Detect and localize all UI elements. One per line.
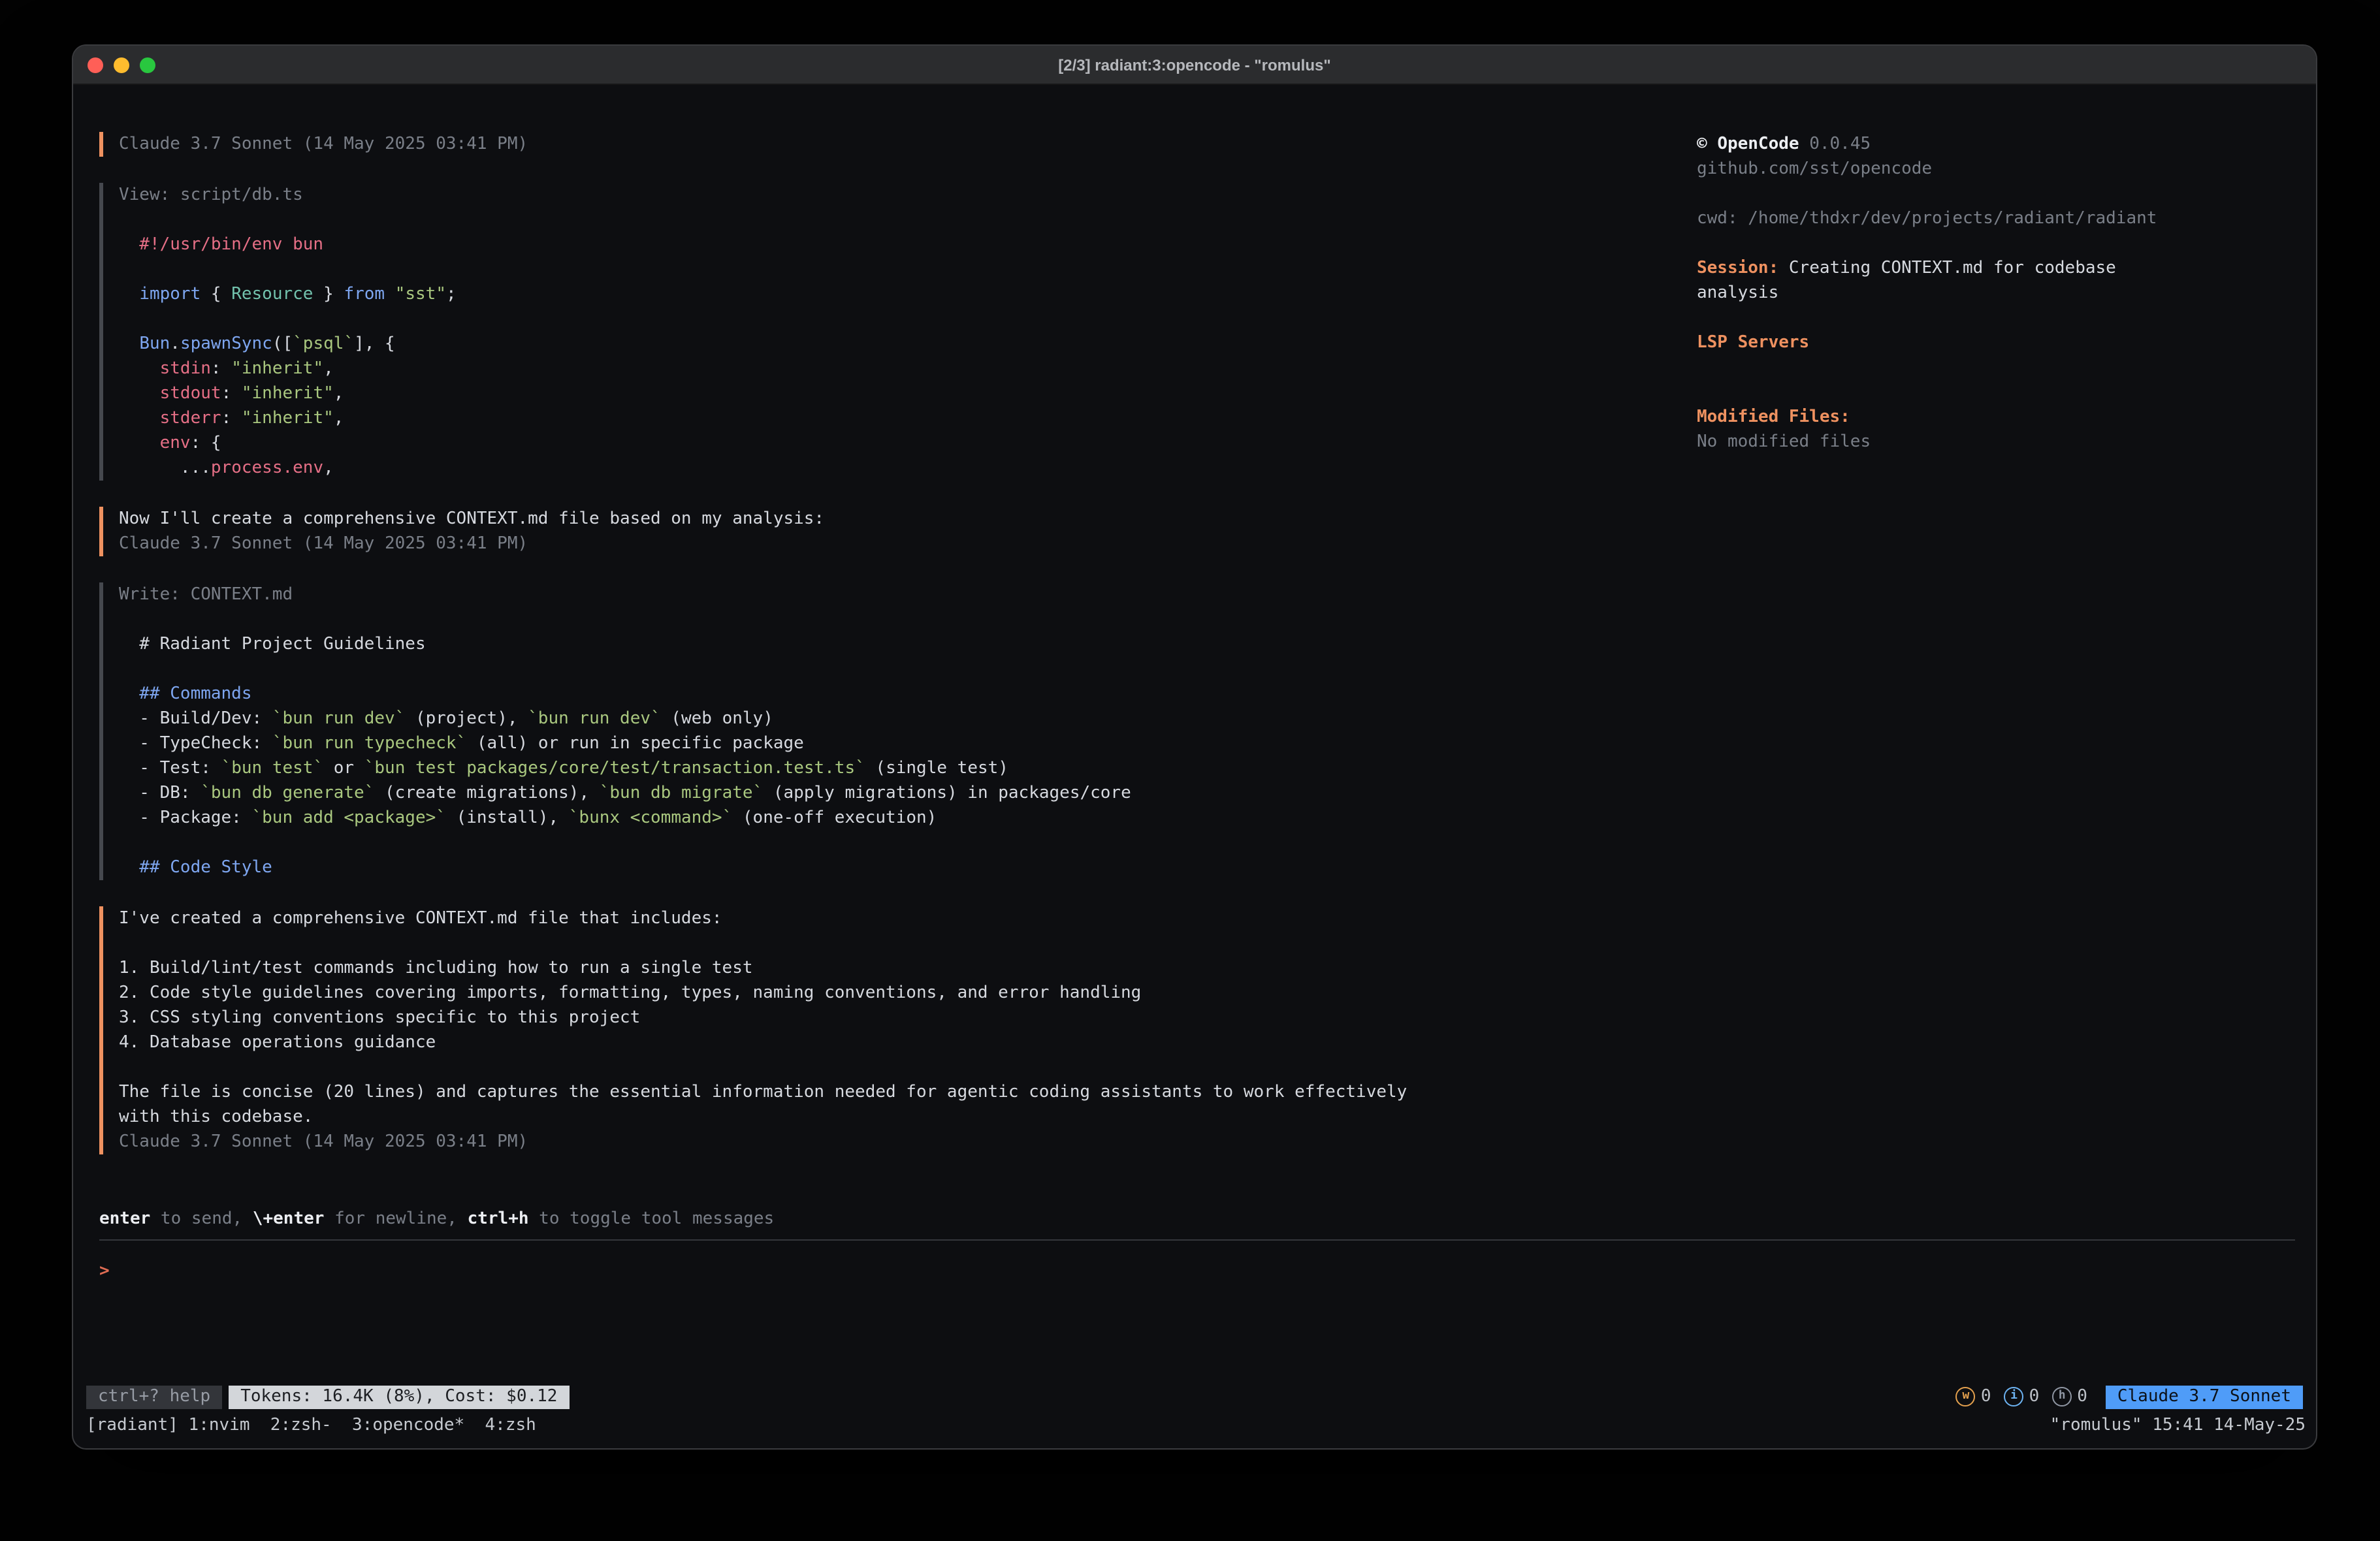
window-titlebar[interactable]: [2/3] radiant:3:opencode - "romulus" — [73, 46, 2316, 85]
prompt-row: > — [73, 1259, 2316, 1284]
assistant-message-summary-line: 2. Code style guidelines covering import… — [119, 981, 1697, 1006]
assistant-message-analysis-line: Claude 3.7 Sonnet (14 May 2025 03:41 PM) — [119, 532, 1697, 556]
tool-write-context-md-line: Write: CONTEXT.md — [119, 582, 1697, 607]
tool-view-script-db-line: stdin: "inherit", — [119, 357, 1697, 381]
content-row: Claude 3.7 Sonnet (14 May 2025 03:41 PM)… — [73, 132, 2316, 1154]
tool-view-script-db: View: script/db.ts #!/usr/bin/env bun im… — [99, 183, 1697, 481]
desktop: [2/3] radiant:3:opencode - "romulus" Cla… — [0, 0, 2380, 1541]
tmux-session: [radiant] — [86, 1416, 178, 1435]
tmux-left: [radiant] 1:nvim 2:zsh- 3:opencode* 4:zs… — [86, 1413, 2050, 1438]
sidebar-line — [1697, 231, 2295, 256]
assistant-message-analysis-line: Now I'll create a comprehensive CONTEXT.… — [119, 507, 1697, 532]
sidebar-line — [1697, 380, 2295, 405]
tool-write-context-md-line: ## Commands — [119, 682, 1697, 707]
tool-view-script-db-line: env: { — [119, 431, 1697, 456]
assistant-message-summary-line — [119, 931, 1697, 956]
terminal-window: [2/3] radiant:3:opencode - "romulus" Cla… — [73, 46, 2316, 1448]
diagnostic-warning: w0 — [1956, 1384, 1991, 1409]
sidebar-line: Session: Creating CONTEXT.md for codebas… — [1697, 256, 2295, 281]
tool-write-context-md-line — [119, 657, 1697, 682]
info-count: 0 — [2029, 1384, 2040, 1409]
warning-icon: w — [1956, 1387, 1976, 1406]
input-divider — [99, 1239, 2295, 1241]
assistant-message-summary: I've created a comprehensive CONTEXT.md … — [99, 906, 1697, 1154]
assistant-message-summary-line: with this codebase. — [119, 1105, 1697, 1130]
tool-view-script-db-line: import { Resource } from "sst"; — [119, 282, 1697, 307]
help-segment: enter to send, \+enter for newline, ctrl… — [99, 1207, 2316, 1231]
tool-view-script-db-line: #!/usr/bin/env bun — [119, 232, 1697, 257]
traffic-lights — [73, 57, 155, 72]
tool-write-context-md-line: - DB: `bun db generate` (create migratio… — [119, 781, 1697, 806]
hint-count: 0 — [2077, 1384, 2087, 1409]
diagnostic-hint: h0 — [2052, 1384, 2087, 1409]
tool-write-context-md-line: - TypeCheck: `bun run typecheck` (all) o… — [119, 731, 1697, 756]
tmux-right-status: "romulus" 15:41 14-May-25 — [2050, 1413, 2306, 1438]
minimize-button[interactable] — [114, 57, 129, 72]
assistant-message-summary-line: The file is concise (20 lines) and captu… — [119, 1080, 1697, 1105]
chat-area: Claude 3.7 Sonnet (14 May 2025 03:41 PM)… — [99, 132, 1697, 1154]
tool-write-context-md-line: - Test: `bun test` or `bun test packages… — [119, 756, 1697, 781]
assistant-message-footer-line: Claude 3.7 Sonnet (14 May 2025 03:41 PM) — [119, 132, 1697, 157]
tool-write-context-md-line: ## Code Style — [119, 855, 1697, 880]
tool-view-script-db-line — [119, 208, 1697, 232]
message-input[interactable] — [110, 1259, 2316, 1284]
zoom-button[interactable] — [140, 57, 155, 72]
tool-view-script-db-line — [119, 307, 1697, 332]
tool-view-script-db-line: ...process.env, — [119, 456, 1697, 481]
assistant-message-summary-line: 1. Build/lint/test commands including ho… — [119, 956, 1697, 981]
assistant-message-footer: Claude 3.7 Sonnet (14 May 2025 03:41 PM) — [99, 132, 1697, 157]
sidebar-line — [1697, 182, 2295, 206]
sidebar-line: cwd: /home/thdxr/dev/projects/radiant/ra… — [1697, 206, 2295, 231]
tool-write-context-md-line — [119, 831, 1697, 855]
help-line: enter to send, \+enter for newline, ctrl… — [73, 1207, 2316, 1231]
input-area-spacer[interactable] — [73, 1284, 2316, 1384]
info-icon: i — [2004, 1387, 2024, 1406]
sidebar-line: © OpenCode 0.0.45 — [1697, 132, 2295, 157]
tool-write-context-md-line — [119, 607, 1697, 632]
status-bar: ctrl+? help Tokens: 16.4K (8%), Cost: $0… — [73, 1384, 2316, 1409]
window-title: [2/3] radiant:3:opencode - "romulus" — [73, 56, 2316, 74]
hint-icon: h — [2052, 1387, 2072, 1406]
tool-view-script-db-line: stdout: "inherit", — [119, 381, 1697, 406]
close-button[interactable] — [88, 57, 103, 72]
tool-write-context-md-line: - Build/Dev: `bun run dev` (project), `b… — [119, 707, 1697, 731]
tool-write-context-md-line: # Radiant Project Guidelines — [119, 632, 1697, 657]
assistant-message-summary-line: 3. CSS styling conventions specific to t… — [119, 1006, 1697, 1030]
model-badge: Claude 3.7 Sonnet — [2106, 1385, 2303, 1408]
assistant-message-summary-line — [119, 1055, 1697, 1080]
tool-view-script-db-line: Bun.spawnSync([`psql`], { — [119, 332, 1697, 357]
diagnostic-info: i0 — [2004, 1384, 2040, 1409]
sidebar-line: No modified files — [1697, 430, 2295, 454]
sidebar-line: Modified Files: — [1697, 405, 2295, 430]
help-badge: ctrl+? help — [86, 1385, 222, 1408]
tool-view-script-db-line — [119, 257, 1697, 282]
assistant-message-summary-line: 4. Database operations guidance — [119, 1030, 1697, 1055]
tool-view-script-db-line: View: script/db.ts — [119, 183, 1697, 208]
assistant-message-analysis: Now I'll create a comprehensive CONTEXT.… — [99, 507, 1697, 556]
assistant-message-summary-line: Claude 3.7 Sonnet (14 May 2025 03:41 PM) — [119, 1130, 1697, 1154]
sidebar-line: github.com/sst/opencode — [1697, 157, 2295, 182]
tool-view-script-db-line: stderr: "inherit", — [119, 406, 1697, 431]
sidebar: © OpenCode 0.0.45github.com/sst/opencode… — [1697, 132, 2295, 1154]
tmux-windows: 1:nvim 2:zsh- 3:opencode* 4:zsh — [178, 1416, 536, 1435]
warning-count: 0 — [1981, 1384, 1991, 1409]
terminal-content: Claude 3.7 Sonnet (14 May 2025 03:41 PM)… — [73, 85, 2316, 1448]
assistant-message-summary-line: I've created a comprehensive CONTEXT.md … — [119, 906, 1697, 931]
tmux-status-bar: [radiant] 1:nvim 2:zsh- 3:opencode* 4:zs… — [73, 1413, 2316, 1438]
sidebar-line: analysis — [1697, 281, 2295, 306]
prompt-symbol: > — [99, 1259, 110, 1284]
sidebar-line: LSP Servers — [1697, 330, 2295, 355]
diagnostics: w0i0h0 — [1956, 1384, 2087, 1409]
tool-write-context-md: Write: CONTEXT.md # Radiant Project Guid… — [99, 582, 1697, 880]
tool-write-context-md-line: - Package: `bun add <package>` (install)… — [119, 806, 1697, 831]
sidebar-line — [1697, 355, 2295, 380]
tokens-badge: Tokens: 16.4K (8%), Cost: $0.12 — [229, 1385, 569, 1408]
sidebar-line — [1697, 306, 2295, 330]
